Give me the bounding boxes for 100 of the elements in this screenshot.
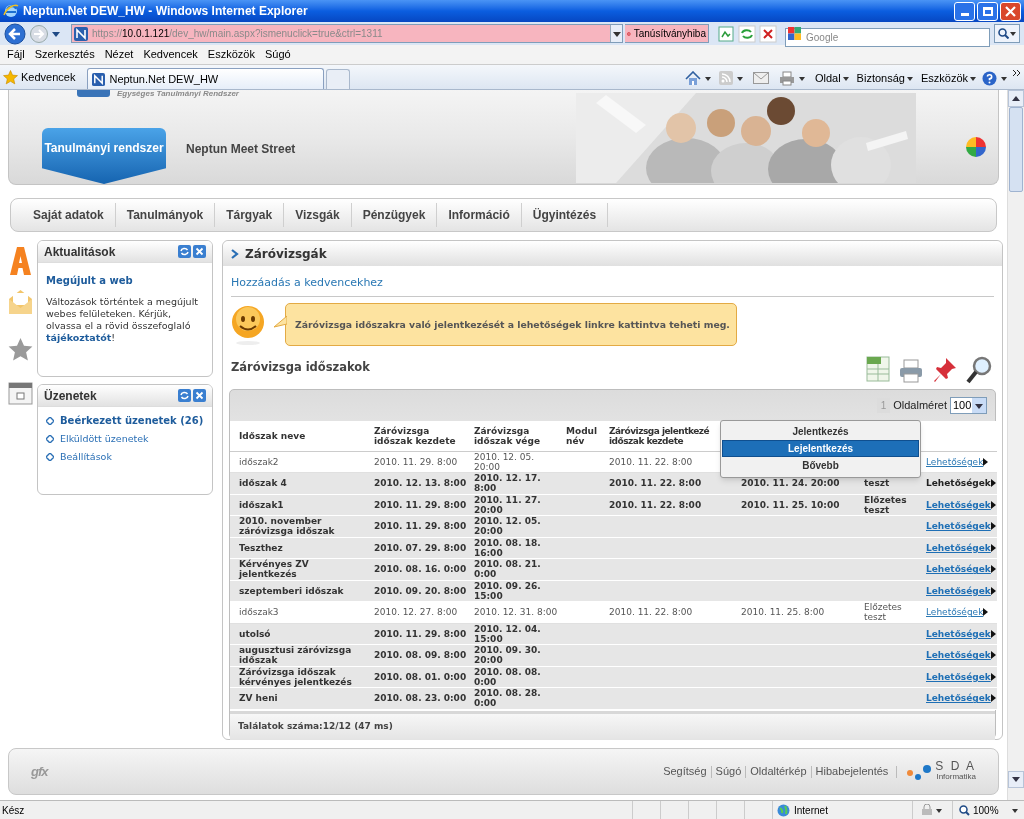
menu-item[interactable]: Jelentkezés [722,423,919,440]
certificate-error-button[interactable]: Tanúsítványhiba [625,24,709,43]
menu-item[interactable]: Fájl [2,46,30,63]
refresh-icon[interactable] [738,24,756,43]
spreadsheet-icon[interactable] [866,356,890,384]
more-chevron-icon[interactable] [1013,70,1021,76]
page-title: Záróvizsgák [245,245,327,263]
printer-icon[interactable] [898,358,924,384]
triangle-icon [990,672,996,681]
options-link[interactable]: Lehetőségek [926,607,989,618]
vertical-scrollbar[interactable] [1007,90,1024,800]
history-caret-icon[interactable] [51,29,61,38]
command-button[interactable]: Oldal [812,69,851,87]
options-link[interactable]: Lehetőségek [926,542,996,553]
message-folder-link[interactable]: Beállítások [60,450,112,465]
table-cell-text: időszak3 [239,607,280,618]
color-wheel-icon[interactable] [965,136,987,158]
search-button[interactable] [994,24,1020,43]
menu-item[interactable]: Súgó [259,46,296,63]
scroll-down-button[interactable] [1008,771,1024,788]
menu-item[interactable]: Kedvencek [138,46,203,63]
add-to-favorites-link[interactable]: Hozzáadás a kedvencekhez [231,276,383,289]
calendar-icon[interactable] [8,382,33,406]
options-link[interactable]: Lehetőségek [926,650,996,661]
caret-icon[interactable] [704,75,711,81]
refresh-icon[interactable] [178,245,191,258]
search-icon[interactable] [966,356,992,384]
zoom-button[interactable]: 100% [952,801,1022,819]
scrollbar-thumb[interactable] [1009,107,1023,192]
table-cell-text: 2010. 12. 27. 8:00 [374,607,459,618]
options-link[interactable]: Lehetőségek [926,564,996,575]
nav-item[interactable]: Tárgyak [215,203,285,227]
caret-icon[interactable] [736,75,743,81]
options-link[interactable]: Lehetőségek [926,585,996,596]
favorites-button[interactable]: Kedvencek [3,66,82,88]
address-field[interactable]: https://10.0.1.121/dev_hw/main.aspx?ismenuclick=true&ctrl=1311 [71,24,623,43]
footer-link[interactable]: Segítség [663,763,707,780]
brand-dots-icon [907,763,932,780]
options-link[interactable]: Lehetőségek [926,456,989,467]
pushpin-icon[interactable] [932,356,958,384]
message-folder-link[interactable]: Beérkezett üzenetek (26) [60,413,204,428]
options-link[interactable]: Lehetőségek [926,499,996,510]
address-dropdown-button[interactable] [610,25,622,42]
options-link[interactable]: Lehetőségek [926,521,996,532]
command-button[interactable]: Biztonság [854,69,915,87]
caret-icon[interactable] [936,807,942,813]
table-cell-text: 2010. 11. 22. 8:00 [609,607,694,618]
mail-icon[interactable] [752,72,769,84]
table-cell-text: utolsó [239,628,272,639]
options-link[interactable]: Lehetőségek [926,478,996,489]
table-cell-text: 2010. 12. 05. 20:00 [474,451,536,472]
compatibility-view-icon[interactable] [717,24,735,43]
options-link[interactable]: Lehetőségek [926,628,996,639]
hint-callout: Záróvizsga időszakra való jelentkezését a lehetőségek linkre kattintva teheti meg. [273,303,737,346]
close-icon[interactable] [193,245,206,258]
stop-icon[interactable] [759,24,777,43]
close-icon[interactable] [193,389,206,402]
maximize-button[interactable] [977,1,998,21]
caret-icon[interactable] [798,75,805,81]
help-icon[interactable] [982,70,997,86]
caret-icon[interactable] [1001,75,1007,81]
minimize-button[interactable] [954,1,975,21]
page-size-select[interactable]: 100 [950,397,987,414]
close-button[interactable] [1000,1,1021,21]
triangle-icon [990,565,996,574]
back-button[interactable] [3,22,27,45]
browser-logo-icon [3,3,19,19]
menu-item[interactable]: Bővebb [722,457,919,474]
table-cell-text: 2010. 09. 20. 8:00 [374,585,468,596]
home-icon[interactable] [684,70,701,86]
nav-item[interactable]: Információ [437,203,522,227]
star-icon[interactable] [8,337,33,362]
menu-item[interactable]: Lejelentkezés [722,440,919,457]
header-tab[interactable]: Neptun Meet Street [186,140,296,158]
refresh-icon[interactable] [178,389,191,402]
letter-a-icon[interactable] [8,245,33,275]
scroll-up-button[interactable] [1008,90,1024,107]
table-cell-text: 2010. 07. 29. 8:00 [374,542,468,553]
menu-item[interactable]: Szerkesztés [29,46,100,63]
menu-item[interactable]: Eszközök [202,46,260,63]
result-count: Találatok száma:12/12 (47 ms) [238,719,393,733]
nav-item[interactable]: Ügyintézés [521,203,609,227]
nav-item[interactable]: Saját adatok [22,203,116,227]
menu-item[interactable]: Nézet [99,46,139,63]
message-folder-link[interactable]: Elküldött üzenetek [60,432,149,447]
footer-link[interactable]: Oldaltérkép [750,763,807,780]
footer-link[interactable]: Súgó [715,763,742,780]
nav-item[interactable]: Tanulmányok [115,203,216,227]
footer-link[interactable]: Hibabejelentés [815,763,889,780]
nav-item[interactable]: Vizsgák [284,203,352,227]
search-field[interactable]: Google [785,28,990,47]
browser-tab[interactable]: Neptun.Net DEW_HW [87,68,325,89]
nav-item[interactable]: Pénzügyek [351,203,438,227]
page-size-label: Oldalméret [893,398,947,414]
table-cell-text: ZV heni [239,693,279,704]
options-link[interactable]: Lehetőségek [926,671,996,682]
command-button[interactable]: Eszközök [918,69,978,87]
news-headline[interactable]: Megújult a web [46,273,204,288]
options-link[interactable]: Lehetőségek [926,693,996,704]
header-tab[interactable]: Tanulmányi rendszer [42,128,166,184]
